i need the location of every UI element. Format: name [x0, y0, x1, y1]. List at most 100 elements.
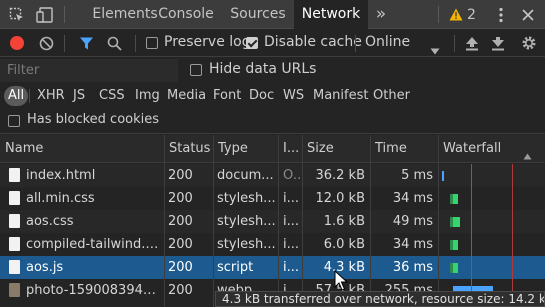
preserve-log-label: Preserve log [164, 34, 251, 50]
table-row-selected[interactable]: aos.js 200 script i... 4.3 kB 36 ms [0, 256, 545, 279]
cell-name: aos.js [26, 260, 64, 275]
type-filter-other[interactable]: Other [373, 86, 410, 106]
blocked-cookies-checkbox[interactable] [8, 115, 20, 127]
cell-size: 36.2 kB [315, 168, 365, 183]
more-tabs-button[interactable]: » [372, 0, 390, 29]
column-divider[interactable] [438, 135, 439, 307]
cell-initiator[interactable]: O... [283, 164, 301, 187]
throttling-select[interactable]: Online [365, 34, 410, 50]
cell-type: stylesh... [217, 191, 276, 206]
type-filter-xhr[interactable]: XHR [37, 86, 65, 106]
type-filter-manifest[interactable]: Manifest [313, 86, 368, 106]
cell-status: 200 [168, 168, 193, 183]
cell-initiator[interactable]: i... [283, 256, 301, 279]
type-filter-media[interactable]: Media [167, 86, 206, 106]
tab-divider [438, 6, 439, 23]
cell-time: 5 ms [401, 168, 433, 183]
cell-type: docum... [217, 168, 274, 183]
waterfall-domcontentloaded-line [471, 164, 472, 307]
search-icon[interactable] [107, 36, 122, 55]
export-har-icon[interactable] [491, 36, 505, 55]
cell-initiator[interactable]: i... [283, 233, 301, 256]
cell-status: 200 [168, 191, 193, 206]
document-file-icon [9, 168, 20, 182]
type-filter-doc[interactable]: Doc [249, 86, 274, 106]
column-header-type[interactable]: Type [213, 135, 278, 163]
chevron-down-icon[interactable] [430, 40, 440, 59]
waterfall-bar-download [453, 240, 458, 250]
table-header: Name Status Type I... Size Time Waterfal… [0, 135, 545, 163]
stylesheet-file-icon [9, 237, 20, 251]
inspect-element-icon[interactable] [7, 0, 27, 29]
toolbar-divider [355, 35, 356, 52]
hide-data-urls-checkbox[interactable] [190, 64, 202, 76]
column-divider[interactable] [302, 135, 303, 307]
type-filter-all[interactable]: All [4, 86, 29, 106]
type-filter-ws[interactable]: WS [283, 86, 304, 106]
preserve-log-checkbox[interactable] [146, 37, 158, 49]
column-divider[interactable] [278, 135, 279, 307]
devtools-tabbar: Elements Console Sources Network » 2 [0, 0, 545, 30]
close-icon[interactable] [519, 0, 537, 29]
cell-status: 200 [168, 214, 193, 229]
tab-divider [64, 6, 65, 23]
kebab-menu-icon[interactable] [492, 0, 510, 29]
tab-network[interactable]: Network [294, 0, 368, 30]
type-filter-img[interactable]: Img [135, 86, 160, 106]
stylesheet-file-icon [9, 214, 20, 228]
column-header-status[interactable]: Status [164, 135, 213, 163]
gear-icon[interactable] [521, 35, 537, 55]
toolbar-divider [135, 35, 136, 52]
device-toolbar-icon[interactable] [34, 0, 56, 29]
network-toolbar: Preserve log Disable cache Online [0, 30, 545, 57]
waterfall-load-line [512, 164, 513, 307]
filter-input[interactable] [0, 59, 178, 82]
cell-name: compiled-tailwind.mi... [26, 237, 160, 252]
cell-time: 34 ms [392, 237, 433, 252]
toolbar-divider [454, 35, 455, 52]
table-row[interactable]: index.html 200 docum... O... 36.2 kB 5 m… [0, 164, 545, 187]
warning-count: 2 [467, 6, 476, 23]
table-row[interactable]: aos.css 200 stylesh... i... 1.6 kB 49 ms [0, 210, 545, 233]
type-divider [29, 89, 30, 103]
table-row[interactable]: compiled-tailwind.mi... 200 stylesh... i… [0, 233, 545, 256]
filter-icon[interactable] [79, 36, 94, 55]
cell-initiator[interactable]: i... [283, 210, 301, 233]
stylesheet-file-icon [9, 191, 20, 205]
type-filter-css[interactable]: CSS [99, 86, 125, 106]
table-row[interactable]: all.min.css 200 stylesh... i... 12.0 kB … [0, 187, 545, 210]
type-filter-js[interactable]: JS [73, 86, 85, 106]
type-filter-font[interactable]: Font [213, 86, 241, 106]
cell-status: 200 [168, 260, 193, 275]
sort-ascending-icon [523, 145, 532, 164]
tab-sources[interactable]: Sources [224, 0, 292, 29]
script-file-icon [9, 260, 20, 274]
column-header-name[interactable]: Name [0, 135, 164, 163]
filter-row: Hide data URLs [0, 58, 545, 83]
column-header-size[interactable]: Size [302, 135, 370, 163]
cell-status: 200 [168, 237, 193, 252]
disable-cache-checkbox[interactable] [246, 37, 258, 49]
network-requests-table: Name Status Type I... Size Time Waterfal… [0, 135, 545, 307]
waterfall-bar-download [453, 217, 460, 227]
column-header-time[interactable]: Time [370, 135, 438, 163]
column-header-waterfall[interactable]: Waterfall [438, 135, 528, 163]
column-header-initiator[interactable]: I... [278, 135, 302, 163]
record-icon[interactable] [10, 36, 24, 50]
tab-console[interactable]: Console [152, 0, 220, 29]
cell-type: stylesh... [217, 214, 276, 229]
cell-time: 34 ms [392, 191, 433, 206]
warnings-badge[interactable]: 2 [449, 0, 476, 29]
disable-cache-label: Disable cache [264, 34, 362, 50]
column-divider[interactable] [370, 135, 371, 307]
cell-initiator[interactable]: i... [283, 187, 301, 210]
import-har-icon[interactable] [465, 36, 479, 55]
size-tooltip: 4.3 kB transferred over network, resourc… [215, 291, 545, 307]
cell-name: index.html [26, 168, 96, 183]
cell-status: 200 [168, 283, 193, 298]
cell-name: photo-15900839486... [26, 283, 160, 298]
waterfall-bar-download [453, 263, 458, 273]
column-divider[interactable] [213, 135, 214, 307]
clear-icon[interactable] [39, 36, 54, 55]
column-divider[interactable] [164, 135, 165, 307]
